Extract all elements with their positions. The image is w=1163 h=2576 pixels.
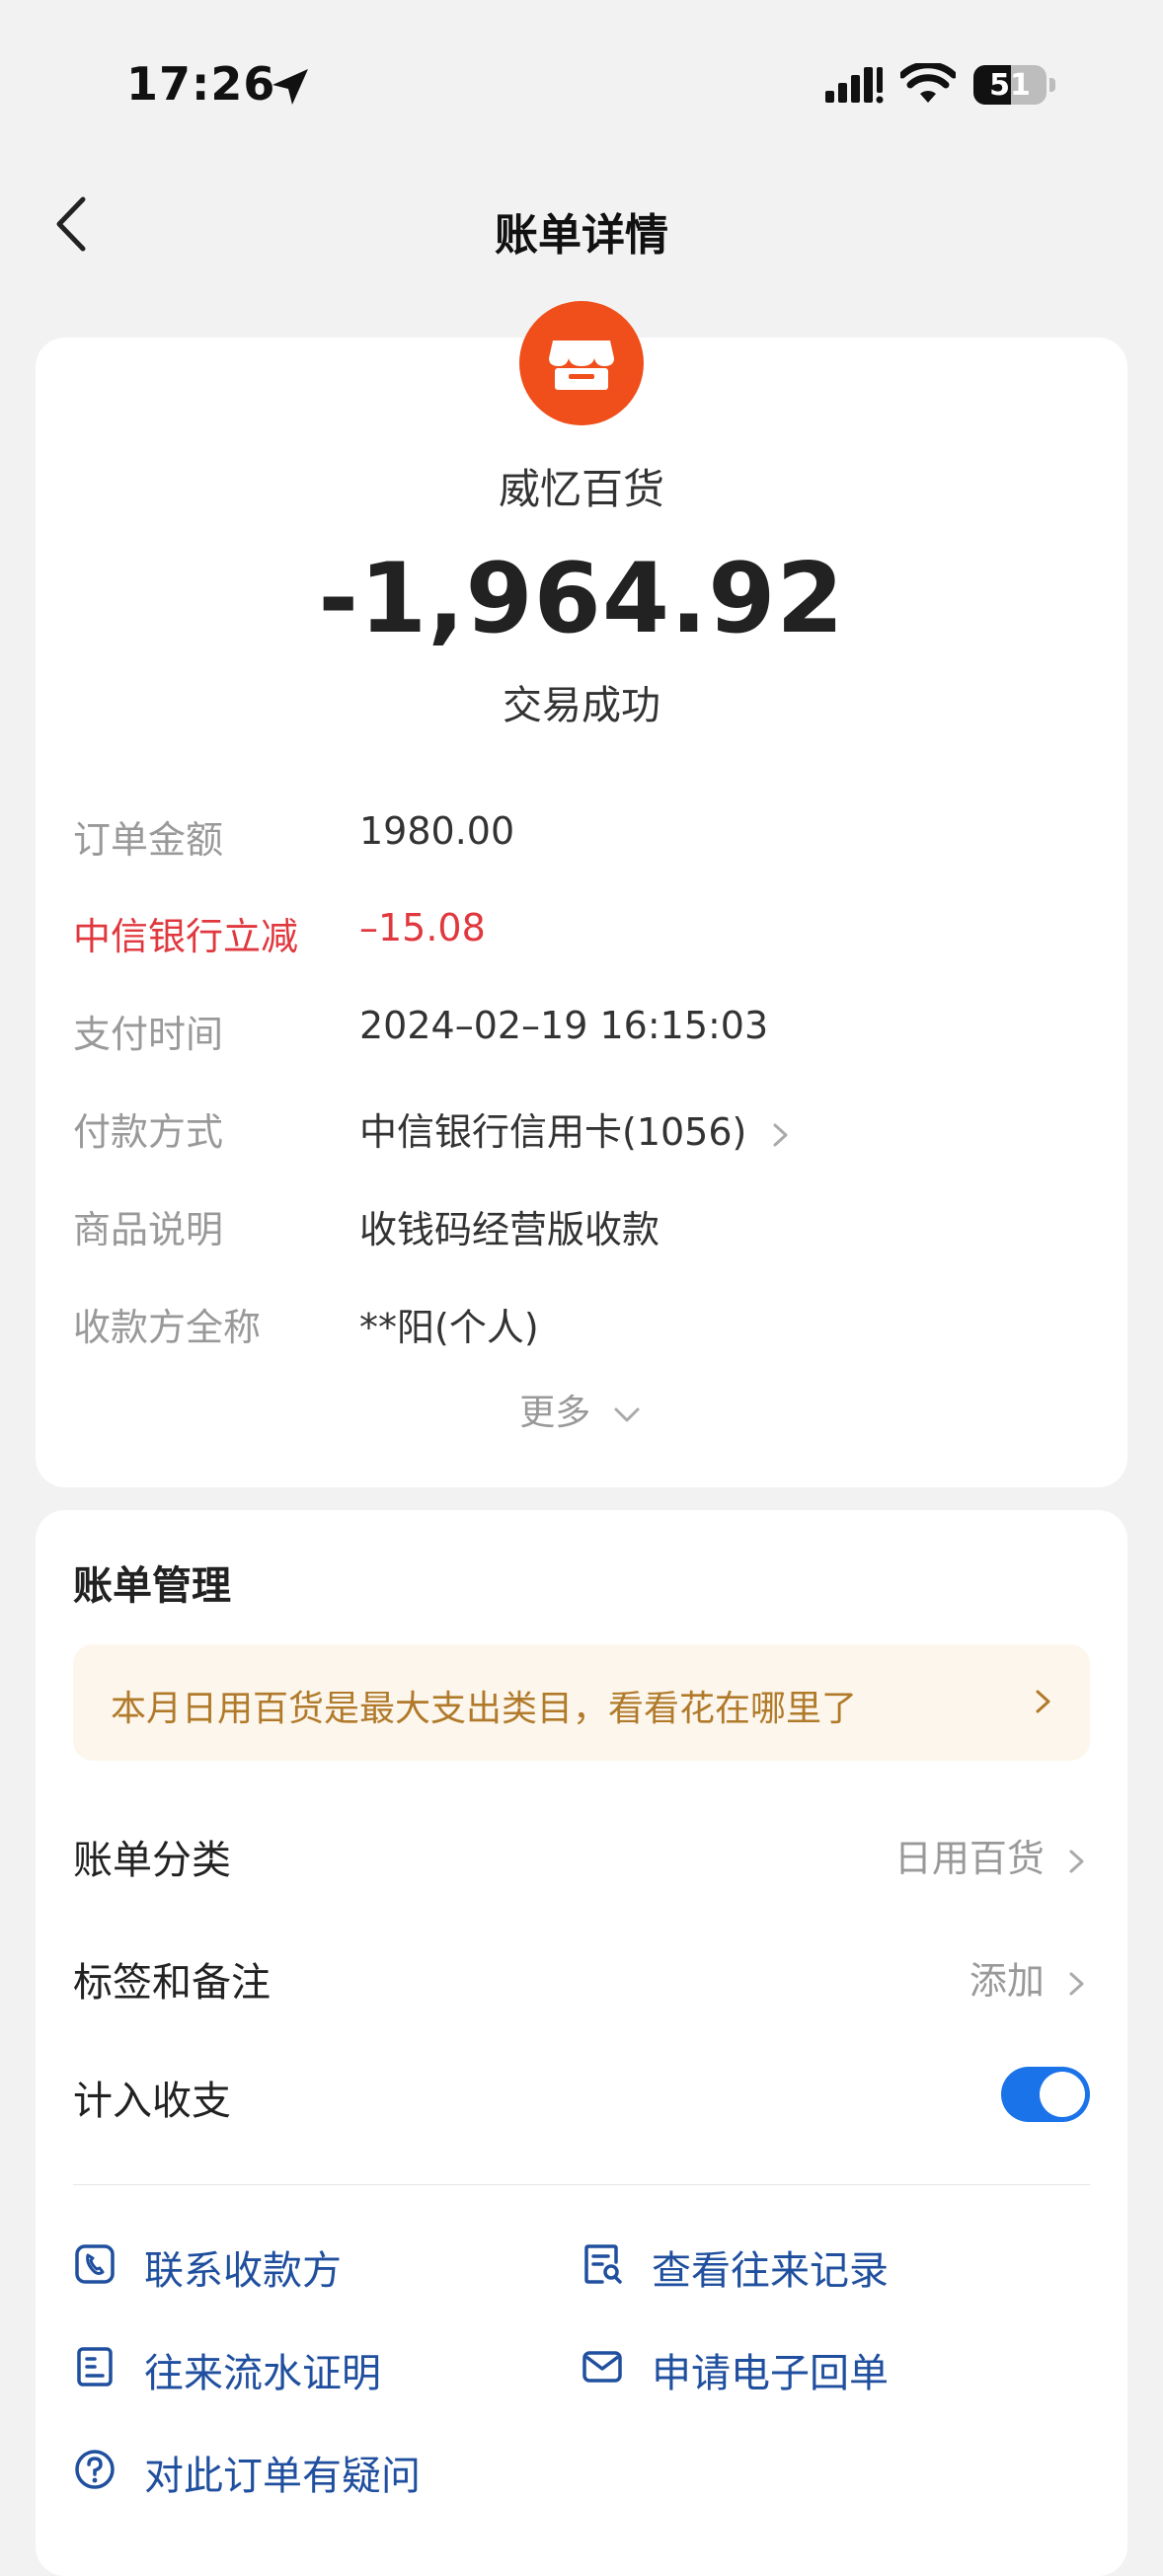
- merchant-name: 威忆百货: [498, 465, 664, 513]
- chevron-right-icon: [773, 1123, 788, 1146]
- transaction-amount: -1,964.92: [318, 543, 845, 655]
- spending-tip-banner[interactable]: 本月日用百货是最大支出类目，看看花在哪里了: [73, 1644, 1090, 1761]
- include-in-stats-label: 计入收支: [73, 2079, 231, 2124]
- phone-chat-icon: [75, 2244, 115, 2284]
- question-circle-icon: [75, 2450, 115, 2489]
- location-arrow-icon: [272, 69, 308, 105]
- payment-time-value: 2024–02–19 16:15:03: [359, 1004, 769, 1047]
- status-bar: 17:26 51: [0, 0, 1163, 168]
- document-icon: [77, 2347, 113, 2387]
- chevron-right-icon: [1036, 1690, 1050, 1713]
- e-receipt-label: 申请电子回单: [652, 2351, 889, 2396]
- chevron-down-icon: [614, 1407, 640, 1422]
- payment-method-link[interactable]: 中信银行信用卡(1056): [359, 1101, 794, 1156]
- view-history-label: 查看往来记录: [652, 2248, 889, 2294]
- mail-icon: [582, 2351, 622, 2383]
- battery-cap: [1049, 78, 1055, 92]
- status-time: 17:26: [126, 57, 276, 111]
- bill-category-value: 日用百货: [893, 1837, 1045, 1880]
- product-desc-value: 收钱码经营版收款: [359, 1208, 660, 1251]
- payment-time-label: 支付时间: [73, 1013, 224, 1056]
- chevron-right-icon: [1069, 1972, 1084, 1995]
- order-amount-value: 1980.00: [359, 809, 515, 853]
- toggle-knob: [1040, 2072, 1085, 2117]
- payment-method-label: 付款方式: [73, 1110, 224, 1154]
- payment-method-value: 中信银行信用卡(1056): [359, 1110, 747, 1154]
- more-button[interactable]: 更多: [0, 1384, 1163, 1435]
- product-desc-label: 商品说明: [73, 1208, 224, 1251]
- cellular-signal-icon: [825, 67, 884, 104]
- merchant-store-icon: [519, 301, 644, 425]
- bank-discount-label: 中信银行立减: [73, 915, 299, 958]
- chevron-right-icon: [1069, 1850, 1084, 1872]
- divider: [73, 2184, 1090, 2185]
- battery-indicator: 51: [973, 65, 1047, 105]
- payee-name-value: **阳(个人): [359, 1306, 539, 1349]
- tags-notes-value: 添加: [969, 1959, 1045, 2003]
- page-title: 账单详情: [495, 210, 668, 261]
- record-search-icon: [584, 2244, 622, 2284]
- bank-discount-value: –15.08: [359, 906, 486, 949]
- contact-payee-label: 联系收款方: [144, 2248, 342, 2294]
- bill-category-label: 账单分类: [73, 1838, 231, 1883]
- order-question-label: 对此订单有疑问: [144, 2454, 421, 2499]
- bill-category-selector[interactable]: 日用百货: [894, 1828, 1090, 1882]
- include-in-stats-toggle[interactable]: [1001, 2067, 1090, 2122]
- tags-notes-add-button[interactable]: 添加: [969, 1950, 1090, 2005]
- section-title: 账单管理: [73, 1563, 231, 1609]
- navigation-bar: 账单详情: [0, 168, 1163, 286]
- transaction-status: 交易成功: [503, 683, 660, 728]
- tip-text: 本月日用百货是最大支出类目，看看花在哪里了: [111, 1689, 858, 1729]
- statement-proof-label: 往来流水证明: [144, 2351, 381, 2396]
- wifi-icon: [900, 63, 956, 103]
- battery-level: 51: [989, 68, 1031, 103]
- order-amount-label: 订单金额: [73, 818, 224, 862]
- tags-notes-label: 标签和备注: [73, 1960, 271, 2006]
- more-label: 更多: [519, 1393, 591, 1433]
- payee-name-label: 收款方全称: [73, 1306, 262, 1349]
